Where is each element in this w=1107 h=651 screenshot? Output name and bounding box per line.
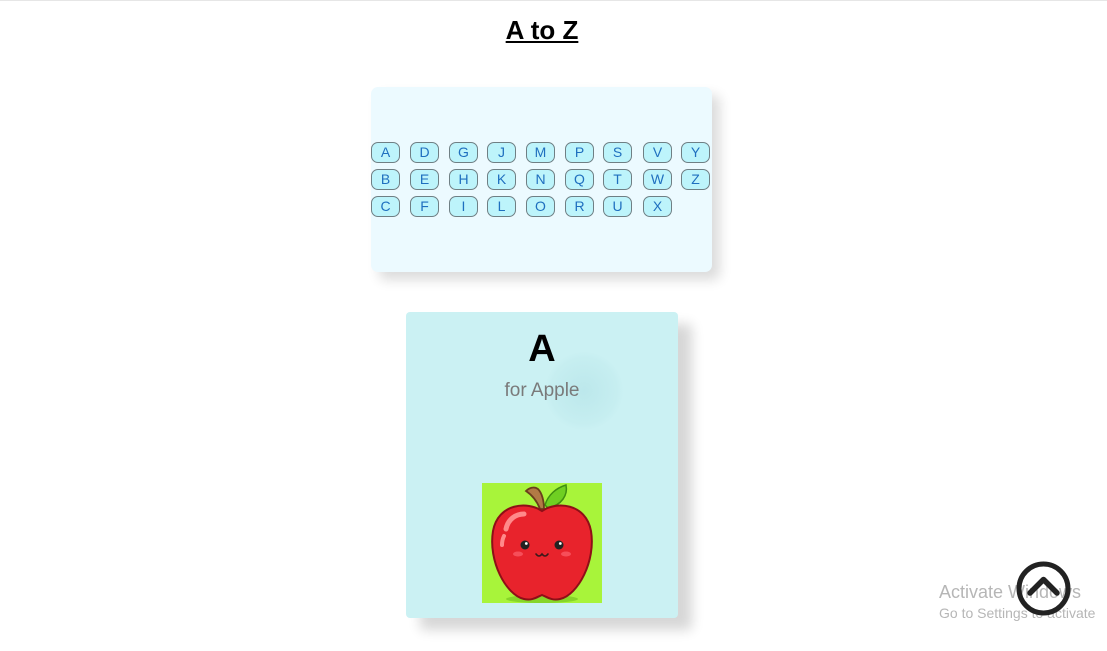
letter-button-r[interactable]: R [565,196,594,217]
letter-button-t[interactable]: T [603,169,632,190]
letter-button-y[interactable]: Y [681,142,710,163]
letter-card: A for Apple [406,312,678,618]
letter-button-g[interactable]: G [449,142,478,163]
letter-button-h[interactable]: H [449,169,478,190]
letter-button-b[interactable]: B [371,169,400,190]
letter-button-a[interactable]: A [371,142,400,163]
card-word: for Apple [504,380,580,401]
letter-button-e[interactable]: E [410,169,439,190]
letter-button-z[interactable]: Z [681,169,710,190]
letter-panel: ABC DEF GHI JKL MNO PQR STU VWX YZ [371,87,712,272]
letter-button-c[interactable]: C [371,196,400,217]
chevron-up-icon [1016,561,1071,616]
letter-button-o[interactable]: O [526,196,555,217]
letter-button-s[interactable]: S [603,142,632,163]
card-letter: A [528,328,556,370]
letter-button-x[interactable]: X [643,196,672,217]
page-title: A to Z [505,15,579,45]
letter-button-l[interactable]: L [487,196,516,217]
letter-button-j[interactable]: J [487,142,516,163]
letter-button-n[interactable]: N [526,169,555,190]
letter-button-p[interactable]: P [565,142,594,163]
apple-icon [482,483,602,603]
letter-button-k[interactable]: K [487,169,516,190]
page: A to Z ABCDEFGHIJKLMNOPQRSTUVWXYZ A for … [0,0,1107,651]
letter-button-i[interactable]: I [449,196,478,217]
letter-button-w[interactable]: W [643,169,672,190]
letter-button-d[interactable]: D [410,142,439,163]
scroll-to-top-button[interactable] [1015,560,1072,617]
letter-button-q[interactable]: Q [565,169,594,190]
letter-button-f[interactable]: F [410,196,439,217]
letter-button-v[interactable]: V [643,142,672,163]
letter-button-u[interactable]: U [603,196,632,217]
letter-button-m[interactable]: M [526,142,555,163]
